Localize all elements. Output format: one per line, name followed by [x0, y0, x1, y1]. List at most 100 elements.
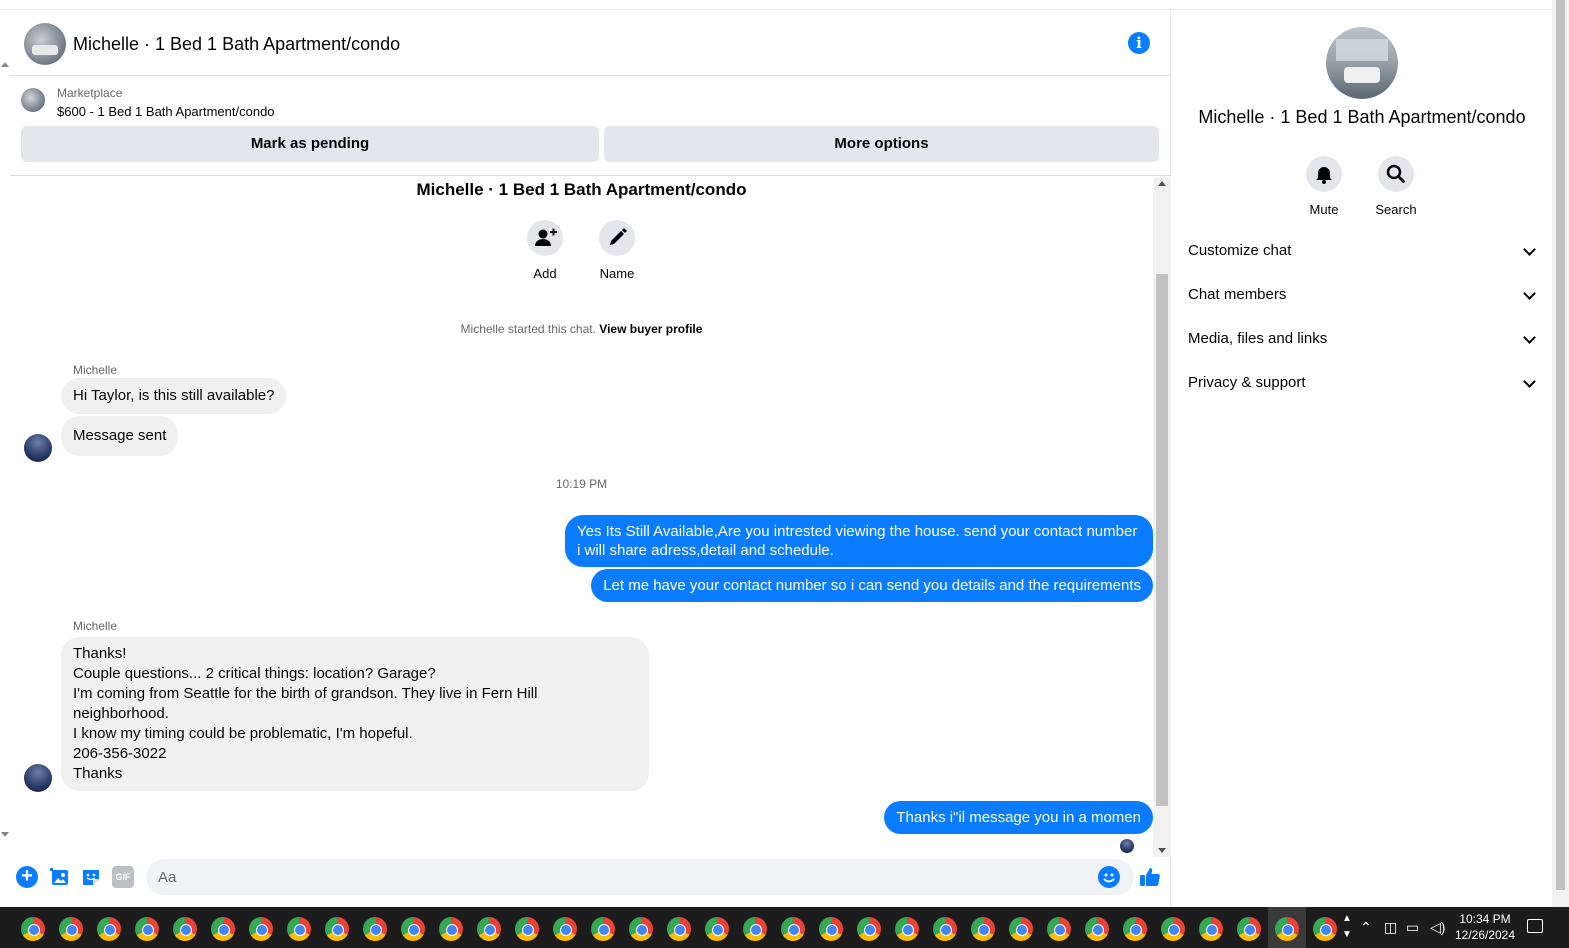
chat-started-notice: Michelle started this chat. View buyer p… [10, 322, 1153, 336]
browser-icon[interactable] [325, 917, 349, 941]
browser-icon[interactable] [667, 917, 691, 941]
browser-icon[interactable] [629, 917, 653, 941]
scroll-up-arrow[interactable] [1158, 181, 1166, 186]
system-clock[interactable]: 10:34 PM 12/26/2024 [1447, 911, 1523, 943]
add-label: Add [533, 266, 557, 281]
volume-icon[interactable]: ◁) [1430, 919, 1445, 936]
page-scrollbar[interactable] [1552, 0, 1569, 907]
browser-icon[interactable] [591, 917, 615, 941]
browser-icon[interactable] [401, 917, 425, 941]
browser-icon[interactable] [21, 917, 45, 941]
chat-members-section[interactable]: Chat members [1188, 275, 1538, 315]
browser-icon[interactable] [819, 917, 843, 941]
scroll-down-arrow[interactable] [1158, 848, 1166, 853]
info-icon[interactable]: i [1128, 32, 1150, 54]
chat-header: Michelle · 1 Bed 1 Bath Apartment/condo … [10, 10, 1171, 76]
emoji-icon[interactable] [1098, 866, 1120, 888]
chevron-up-icon[interactable]: ⌃ [1360, 919, 1372, 936]
mark-pending-button[interactable]: Mark as pending [21, 126, 599, 162]
clock-date: 12/26/2024 [1454, 928, 1516, 942]
message-line: I'm coming from Seattle for the birth of… [73, 685, 538, 722]
browser-icon[interactable] [1199, 917, 1223, 941]
browser-icon[interactable] [59, 917, 83, 941]
taskbar-scroll-arrows[interactable]: ▲ ▼ [1341, 911, 1353, 945]
composer: + GIF [10, 857, 1171, 907]
chevron-down-icon [1523, 375, 1536, 388]
browser-icon[interactable] [173, 917, 197, 941]
browser-icon[interactable] [553, 917, 577, 941]
pencil-icon[interactable] [599, 220, 635, 256]
mute-action[interactable]: Mute [1289, 156, 1359, 217]
browser-icon[interactable] [439, 917, 463, 941]
browser-icon[interactable] [249, 917, 273, 941]
edge-up-arrow [1, 62, 9, 67]
notification-icon[interactable] [1527, 919, 1543, 933]
listing-thumbnail[interactable] [21, 88, 45, 112]
browser-icon[interactable] [135, 917, 159, 941]
message-line: Thanks! [73, 645, 127, 662]
thumbs-up-icon[interactable] [1138, 865, 1160, 887]
sticker-icon[interactable] [80, 866, 102, 888]
browser-icon[interactable] [857, 917, 881, 941]
browser-icon[interactable] [895, 917, 919, 941]
browser-icon[interactable] [287, 917, 311, 941]
chat-title[interactable]: Michelle · 1 Bed 1 Bath Apartment/condo [73, 34, 400, 55]
search-action[interactable]: Search [1361, 156, 1431, 217]
outgoing-message[interactable]: Thanks i"il message you in a momen [884, 801, 1153, 834]
browser-icon[interactable] [1123, 917, 1147, 941]
page-scrollbar-thumb[interactable] [1556, 0, 1565, 890]
sender-avatar[interactable] [24, 764, 52, 792]
clock-time: 10:34 PM [1459, 912, 1511, 926]
photo-icon[interactable] [49, 866, 71, 888]
sender-avatar[interactable] [24, 434, 52, 462]
add-action[interactable]: Add [515, 220, 575, 281]
incoming-message-sent-notice[interactable]: Message sent [61, 416, 179, 456]
webcam-icon[interactable]: ◫ [1384, 919, 1397, 936]
browser-icon[interactable] [211, 917, 235, 941]
browser-icon[interactable] [363, 917, 387, 941]
view-buyer-profile-link[interactable]: View buyer profile [599, 322, 702, 336]
section-label: Chat members [1188, 286, 1287, 303]
customize-chat-section[interactable]: Customize chat [1188, 231, 1538, 271]
browser-icon[interactable] [1313, 917, 1337, 941]
browser-icon[interactable] [1275, 917, 1299, 941]
browser-icon[interactable] [1009, 917, 1033, 941]
browser-icon[interactable] [97, 917, 121, 941]
started-text: Michelle started this chat. [460, 322, 596, 336]
browser-icon[interactable] [515, 917, 539, 941]
gif-icon[interactable]: GIF [112, 866, 134, 888]
message-line: I know my timing could be problematic, I… [73, 725, 413, 742]
plus-icon[interactable]: + [16, 866, 38, 888]
browser-icon[interactable] [1161, 917, 1185, 941]
browser-icon[interactable] [1047, 917, 1071, 941]
browser-icon[interactable] [933, 917, 957, 941]
listing-title[interactable]: $600 - 1 Bed 1 Bath Apartment/condo [57, 104, 275, 119]
scrollbar-thumb[interactable] [1156, 274, 1168, 806]
incoming-message[interactable]: Hi Taylor, is this still available? [61, 378, 287, 414]
browser-icon[interactable] [477, 917, 501, 941]
more-options-button[interactable]: More options [604, 126, 1159, 162]
search-icon[interactable] [1378, 156, 1414, 192]
browser-icon[interactable] [743, 917, 767, 941]
browser-icon[interactable] [971, 917, 995, 941]
media-files-links-section[interactable]: Media, files and links [1188, 319, 1538, 359]
add-person-icon[interactable] [527, 220, 563, 256]
message-timestamp: 10:19 PM [555, 477, 608, 491]
bell-icon[interactable] [1306, 156, 1342, 192]
panel-avatar[interactable] [1326, 27, 1398, 99]
outgoing-message[interactable]: Yes Its Still Available,Are you intreste… [565, 515, 1153, 567]
chat-avatar[interactable] [24, 23, 66, 65]
incoming-message[interactable]: Thanks! Couple questions... 2 critical t… [61, 637, 649, 791]
name-action[interactable]: Name [587, 220, 647, 281]
browser-icon[interactable] [1085, 917, 1109, 941]
message-input[interactable] [146, 859, 1134, 895]
browser-icon[interactable] [781, 917, 805, 941]
outgoing-message[interactable]: Let me have your contact number so i can… [591, 569, 1153, 602]
network-icon[interactable]: ▭ [1406, 919, 1419, 936]
message-list: Michelle · 1 Bed 1 Bath Apartment/condo … [10, 177, 1153, 857]
privacy-support-section[interactable]: Privacy & support [1188, 363, 1538, 403]
browser-icon[interactable] [1237, 917, 1261, 941]
browser-icon[interactable] [705, 917, 729, 941]
messages-scrollbar[interactable] [1153, 177, 1171, 857]
chevron-down-icon [1523, 331, 1536, 344]
